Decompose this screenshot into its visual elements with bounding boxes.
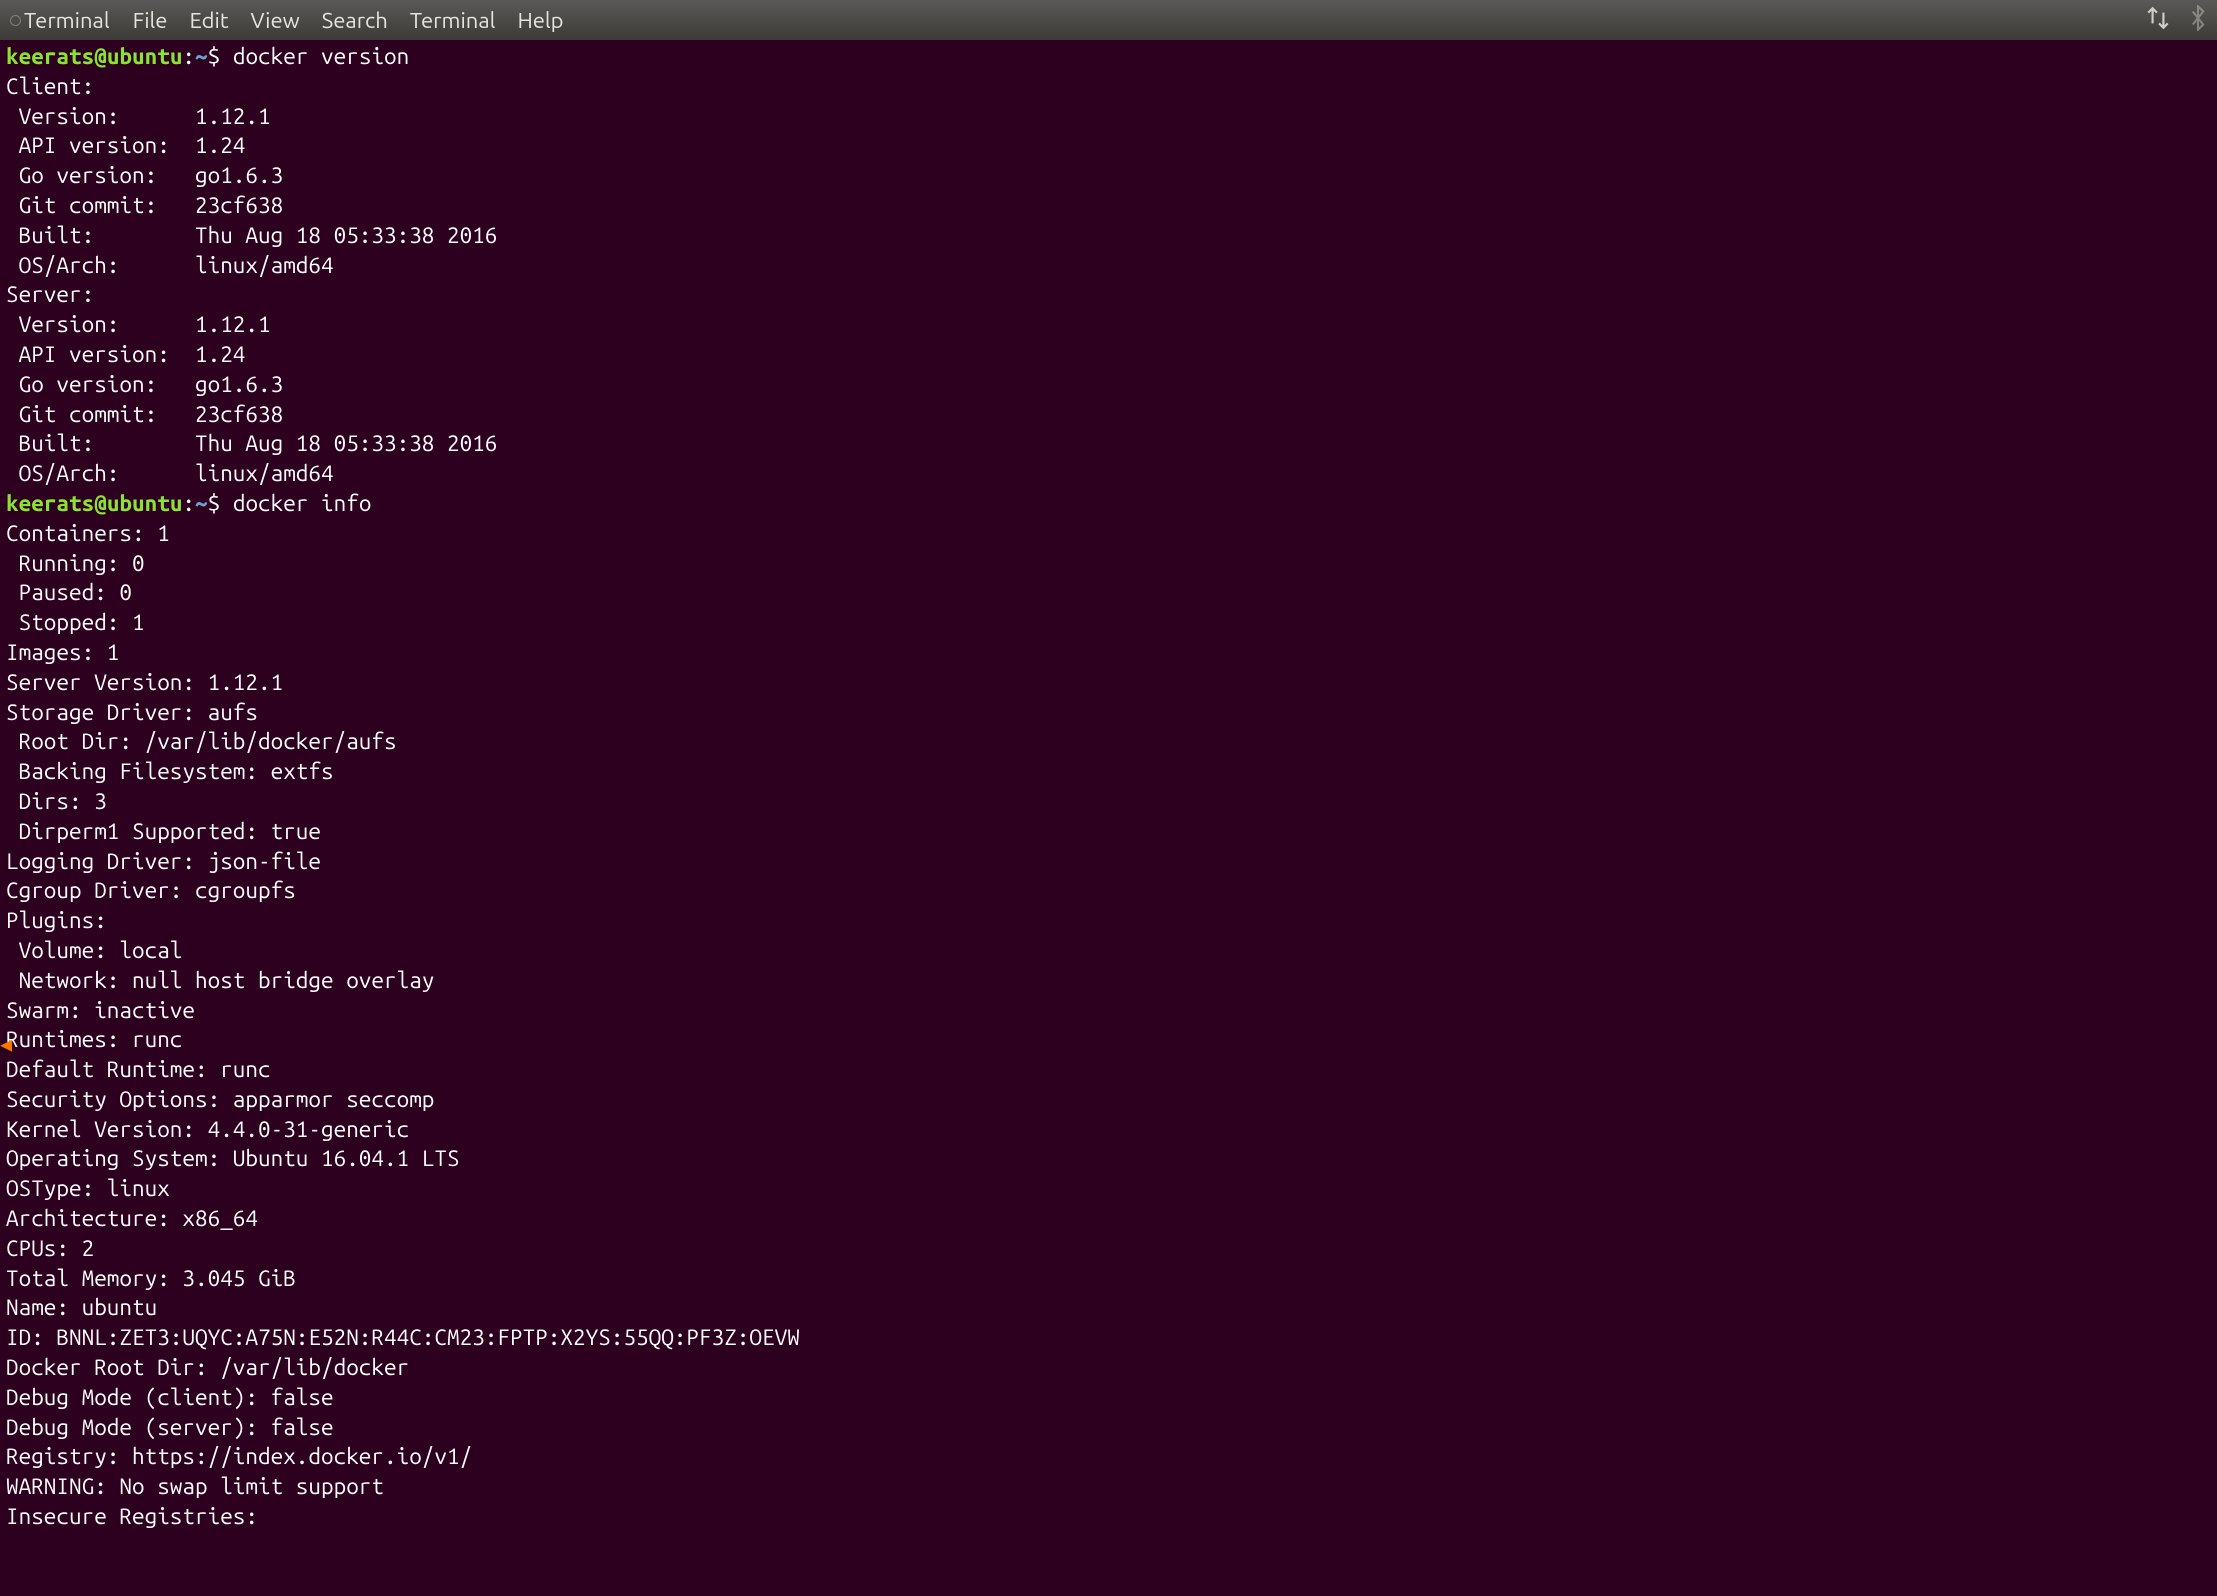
output-line: OSType: linux [6,1174,2211,1204]
output-line: Built: Thu Aug 18 05:33:38 2016 [6,429,2211,459]
output-line: OS/Arch: linux/amd64 [6,459,2211,489]
menu-edit[interactable]: Edit [189,8,228,33]
network-transfer-icon[interactable] [2145,5,2171,35]
output-line: Dirs: 3 [6,787,2211,817]
output-line: ID: BNNL:ZET3:UQYC:A75N:E52N:R44C:CM23:F… [6,1323,2211,1353]
output-line: Built: Thu Aug 18 05:33:38 2016 [6,221,2211,251]
output-line: Total Memory: 3.045 GiB [6,1264,2211,1294]
app-title: Terminal [10,8,110,33]
prompt-line-1: keerats@ubuntu:~$ docker version [6,42,2211,72]
menu-file[interactable]: File [133,8,168,33]
output-line: Docker Root Dir: /var/lib/docker [6,1353,2211,1383]
output-line: Server Version: 1.12.1 [6,668,2211,698]
output-line: Version: 1.12.1 [6,102,2211,132]
prompt-user: keerats [6,44,94,69]
output-line: Go version: go1.6.3 [6,161,2211,191]
output-line: Root Dir: /var/lib/docker/aufs [6,727,2211,757]
output-line: Server: [6,280,2211,310]
output-line: Operating System: Ubuntu 16.04.1 LTS [6,1144,2211,1174]
output-line: Paused: 0 [6,578,2211,608]
bluetooth-icon[interactable] [2189,5,2207,35]
prompt-colon: : [182,491,195,516]
output-line: Default Runtime: runc [6,1055,2211,1085]
menu-help[interactable]: Help [517,8,563,33]
prompt-at: @ [94,44,107,69]
notification-arrow-icon: ◀ [0,1035,12,1053]
output-line: Storage Driver: aufs [6,698,2211,728]
prompt-host: ubuntu [107,44,183,69]
output-line: API version: 1.24 [6,131,2211,161]
menu-terminal[interactable]: Terminal [410,8,496,33]
output-line: Running: 0 [6,549,2211,579]
window-icon [10,15,21,26]
output-line: Registry: https://index.docker.io/v1/ [6,1442,2211,1472]
prompt-path: ~ [195,44,208,69]
output-line: Security Options: apparmor seccomp [6,1085,2211,1115]
output-line: Runtimes: runc [6,1025,2211,1055]
output-line: WARNING: No swap limit support [6,1472,2211,1502]
output-line: Containers: 1 [6,519,2211,549]
output-line: Insecure Registries: [6,1502,2211,1532]
menu-view[interactable]: View [250,8,299,33]
prompt-sign: $ [208,491,233,516]
output-line: Stopped: 1 [6,608,2211,638]
prompt-line-2: keerats@ubuntu:~$ docker info [6,489,2211,519]
output-line: Git commit: 23cf638 [6,400,2211,430]
prompt-colon: : [182,44,195,69]
system-tray [2145,5,2207,35]
prompt-user: keerats [6,491,94,516]
app-title-text: Terminal [24,8,110,33]
output-line: Volume: local [6,936,2211,966]
output-line: OS/Arch: linux/amd64 [6,251,2211,281]
output-line: Images: 1 [6,638,2211,668]
output-line: Dirperm1 Supported: true [6,817,2211,847]
output-line: Plugins: [6,906,2211,936]
prompt-host: ubuntu [107,491,183,516]
output-line: Swarm: inactive [6,996,2211,1026]
command-1: docker version [233,44,409,69]
output-line: Go version: go1.6.3 [6,370,2211,400]
prompt-at: @ [94,491,107,516]
output-line: Logging Driver: json-file [6,847,2211,877]
prompt-path: ~ [195,491,208,516]
menu-search[interactable]: Search [322,8,388,33]
menu-bar: Terminal File Edit View Search Terminal … [0,0,2217,40]
output-line: API version: 1.24 [6,340,2211,370]
output-line: Version: 1.12.1 [6,310,2211,340]
output-line: Name: ubuntu [6,1293,2211,1323]
command-2: docker info [233,491,372,516]
output-line: Network: null host bridge overlay [6,966,2211,996]
prompt-sign: $ [208,44,233,69]
output-line: Kernel Version: 4.4.0-31-generic [6,1115,2211,1145]
output-line: Git commit: 23cf638 [6,191,2211,221]
output-line: CPUs: 2 [6,1234,2211,1264]
terminal-area[interactable]: keerats@ubuntu:~$ docker versionClient: … [0,40,2217,1534]
output-line: Cgroup Driver: cgroupfs [6,876,2211,906]
output-line: Architecture: x86_64 [6,1204,2211,1234]
output-line: Client: [6,72,2211,102]
output-line: Debug Mode (client): false [6,1383,2211,1413]
output-line: Backing Filesystem: extfs [6,757,2211,787]
output-line: Debug Mode (server): false [6,1413,2211,1443]
